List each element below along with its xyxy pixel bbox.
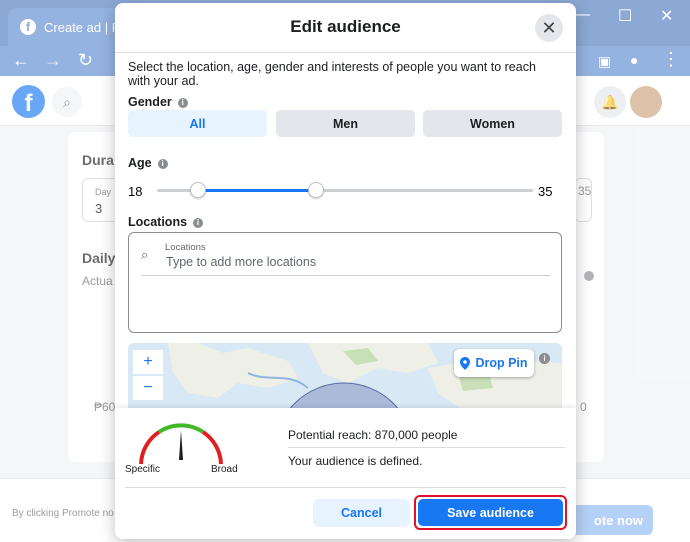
locations-box: ⌕ Locations Type to add more locations <box>128 232 562 333</box>
dialog-description: Select the location, age, gender and int… <box>128 60 536 88</box>
map-pin-icon <box>460 356 471 370</box>
drop-pin-label: Drop Pin <box>475 356 528 370</box>
age-max-value: 35 <box>538 184 553 199</box>
search-icon: ⌕ <box>141 247 149 262</box>
cancel-button[interactable]: Cancel <box>313 499 410 527</box>
age-slider-range <box>197 189 316 192</box>
age-info-icon[interactable]: i <box>157 158 168 169</box>
locations-label-row: Locations i <box>128 215 204 229</box>
gender-label-row: Gender i <box>128 95 188 109</box>
gender-women-button[interactable]: Women <box>423 110 562 137</box>
edit-audience-dialog: Edit audience ✕ Select the location, age… <box>115 3 576 539</box>
age-max-handle[interactable] <box>308 182 324 198</box>
locations-label: Locations <box>128 215 188 229</box>
age-min-handle[interactable] <box>190 182 206 198</box>
zoom-in-button[interactable]: + <box>133 350 163 374</box>
gender-all-button[interactable]: All <box>128 110 267 137</box>
reach-divider <box>288 447 565 448</box>
audience-status-text: Your audience is defined. <box>288 454 423 468</box>
age-label-row: Age i <box>128 156 168 170</box>
header-divider <box>115 52 576 53</box>
footer-divider <box>125 487 566 488</box>
locations-field-label: Locations <box>165 242 206 253</box>
save-audience-button[interactable]: Save audience <box>418 499 563 526</box>
gender-info-icon[interactable]: i <box>177 97 188 108</box>
map-info-icon[interactable]: i <box>539 353 550 364</box>
audience-gauge <box>139 423 223 465</box>
gender-men-button[interactable]: Men <box>276 110 415 137</box>
age-label: Age <box>128 156 152 170</box>
close-icon[interactable]: ✕ <box>535 14 563 42</box>
dialog-title: Edit audience <box>290 17 401 36</box>
locations-input-underline <box>141 275 550 276</box>
gender-label: Gender <box>128 95 172 109</box>
gauge-specific-label: Specific <box>125 464 161 475</box>
locations-info-icon[interactable]: i <box>193 217 204 228</box>
zoom-out-button[interactable]: − <box>133 376 163 400</box>
potential-reach-text: Potential reach: 870,000 people <box>288 428 458 442</box>
locations-input[interactable]: Type to add more locations <box>166 255 316 269</box>
gauge-broad-label: Broad <box>211 464 238 475</box>
drop-pin-button[interactable]: Drop Pin <box>454 349 534 377</box>
age-min-value: 18 <box>128 184 143 199</box>
